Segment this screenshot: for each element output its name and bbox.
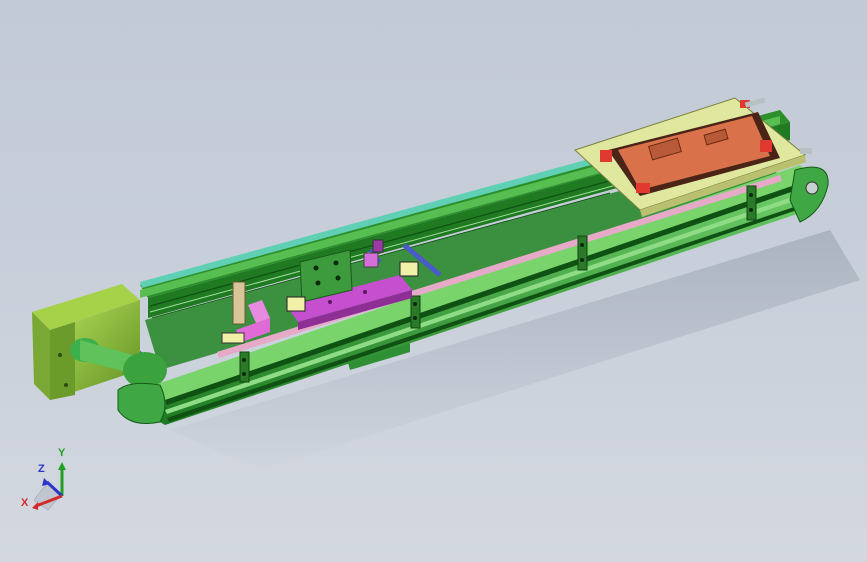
x-axis-label: X bbox=[21, 497, 29, 509]
idler-end-cover bbox=[789, 166, 829, 223]
drive-end-cover bbox=[117, 382, 166, 424]
y-axis-label: Y bbox=[58, 447, 66, 459]
z-axis-label: Z bbox=[38, 463, 45, 475]
cad-viewport[interactable] bbox=[0, 0, 867, 562]
